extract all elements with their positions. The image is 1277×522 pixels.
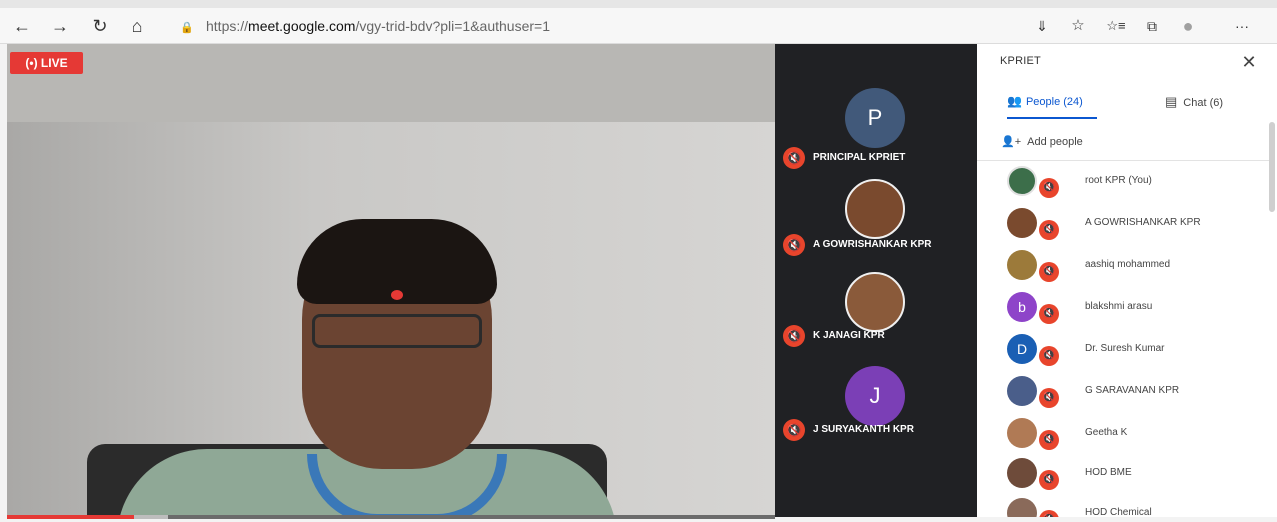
forward-icon[interactable]: → [48,14,72,38]
participant-name: K JANAGI KPR [813,330,885,341]
mic-off-icon: 🔇 [1039,388,1059,408]
avatar-photo [845,179,905,239]
avatar: P [845,88,905,148]
avatar-photo [1007,250,1037,280]
reader-icon[interactable]: ⇓ [1030,14,1054,38]
profile-avatar-icon[interactable]: ● [1176,14,1200,38]
mic-off-icon: 🔇 [1039,304,1059,324]
list-item[interactable]: 🔇 A GOWRISHANKAR KPR [977,204,1269,246]
participant-name: HOD Chemical [1085,507,1152,517]
list-item[interactable]: D 🔇 Dr. Suresh Kumar [977,330,1269,372]
participant-name: Geetha K [1085,427,1128,438]
mic-off-icon: 🔇 [783,234,805,256]
participant-name: J SURYAKANTH KPR [813,424,914,435]
list-item[interactable]: b 🔇 blakshmi arasu [977,288,1269,330]
tab-people[interactable]: 👥 People (24) [1007,94,1083,108]
meeting-title: KPRIET [1000,55,1041,67]
participant-name: Dr. Suresh Kumar [1085,343,1165,354]
avatar-photo [1007,498,1037,517]
mic-off-icon: 🔇 [1039,220,1059,240]
avatar-photo [1007,376,1037,406]
more-icon[interactable]: ··· [1230,14,1254,38]
active-tab-indicator [1007,117,1097,119]
add-people-button[interactable]: 👤+ Add people [1001,135,1083,148]
refresh-icon[interactable]: ↻ [88,14,112,38]
browser-toolbar: ← → ↻ ⌂ 🔒 https://meet.google.com/vgy-tri… [0,8,1277,44]
tilak-mark [391,290,403,300]
list-item[interactable]: 🔇 root KPR (You) [977,162,1269,204]
participant-name: PRINCIPAL KPRIET [813,152,906,163]
avatar-photo [845,272,905,332]
video-progress-buffer [134,515,168,519]
close-icon[interactable]: ✕ [1239,50,1259,74]
avatar: b [1007,292,1037,322]
chat-icon: ▤ [1165,94,1178,109]
video-background [7,44,775,122]
add-person-icon: 👤+ [1001,136,1022,148]
home-icon[interactable]: ⌂ [125,14,149,38]
participant-name: A GOWRISHANKAR KPR [1085,217,1201,228]
main-video[interactable]: (•) LIVE [7,44,775,517]
divider [977,160,1269,161]
mic-off-icon: 🔇 [1039,470,1059,490]
lock-icon: 🔒 [180,22,194,34]
participant-name: A GOWRISHANKAR KPR [813,239,932,250]
mic-off-icon: 🔇 [1039,178,1059,198]
list-item[interactable]: 🔇 HOD Chemical [977,494,1269,517]
mic-off-icon: 🔇 [1039,346,1059,366]
speaker-glasses [312,314,482,348]
collections-icon[interactable]: ⧉ [1140,14,1164,38]
tab-people-label: People (24) [1025,96,1083,108]
mic-off-icon: 🔇 [783,325,805,347]
url-scheme: https:// [206,18,249,34]
url-path: /vgy-trid-bdv?pli=1&authuser=1 [355,18,550,34]
scrollbar[interactable] [1269,122,1275,212]
participant-name: aashiq mohammed [1085,259,1171,270]
participant-name: root KPR (You) [1085,175,1152,186]
list-item[interactable]: 🔇 G SARAVANAN KPR [977,372,1269,414]
window-top-strip [0,0,1277,8]
avatar: J [845,366,905,426]
avatar: D [1007,334,1037,364]
avatar-logo [1007,166,1037,196]
people-panel: KPRIET ✕ 👥 People (24) ▤ Chat (6) 👤+ Add pe… [977,44,1277,517]
favorite-star-icon[interactable]: ☆ [1066,14,1090,38]
avatar-photo [1007,208,1037,238]
participant-name: G SARAVANAN KPR [1085,385,1180,396]
add-people-label: Add people [1027,136,1083,148]
live-badge: (•) LIVE [10,52,83,74]
back-icon[interactable]: ← [10,14,34,38]
url-host: meet.google.com [248,18,356,34]
mic-off-icon: 🔇 [1039,510,1059,517]
address-bar[interactable]: 🔒 https://meet.google.com/vgy-trid-bdv?pl… [180,14,1000,38]
mic-off-icon: 🔇 [783,147,805,169]
tab-chat-label: Chat (6) [1183,97,1224,109]
list-item[interactable]: 🔇 HOD BME [977,454,1269,496]
list-item[interactable]: 🔇 Geetha K [977,414,1269,456]
avatar-photo [1007,418,1037,448]
participant-name: blakshmi arasu [1085,301,1153,312]
list-item[interactable]: 🔇 aashiq mohammed [977,246,1269,288]
mic-off-icon: 🔇 [1039,262,1059,282]
people-icon: 👥 [1007,94,1022,108]
participant-tiles: P 🔇 PRINCIPAL KPRIET 🔇 A GOWRISHANKAR KP… [775,44,977,517]
participant-name: HOD BME [1085,467,1132,478]
favorites-icon[interactable]: ☆≡ [1104,14,1128,38]
mic-off-icon: 🔇 [783,419,805,441]
mic-off-icon: 🔇 [1039,430,1059,450]
tab-chat[interactable]: ▤ Chat (6) [1165,94,1223,110]
avatar-photo [1007,458,1037,488]
video-progress-played [7,515,134,519]
